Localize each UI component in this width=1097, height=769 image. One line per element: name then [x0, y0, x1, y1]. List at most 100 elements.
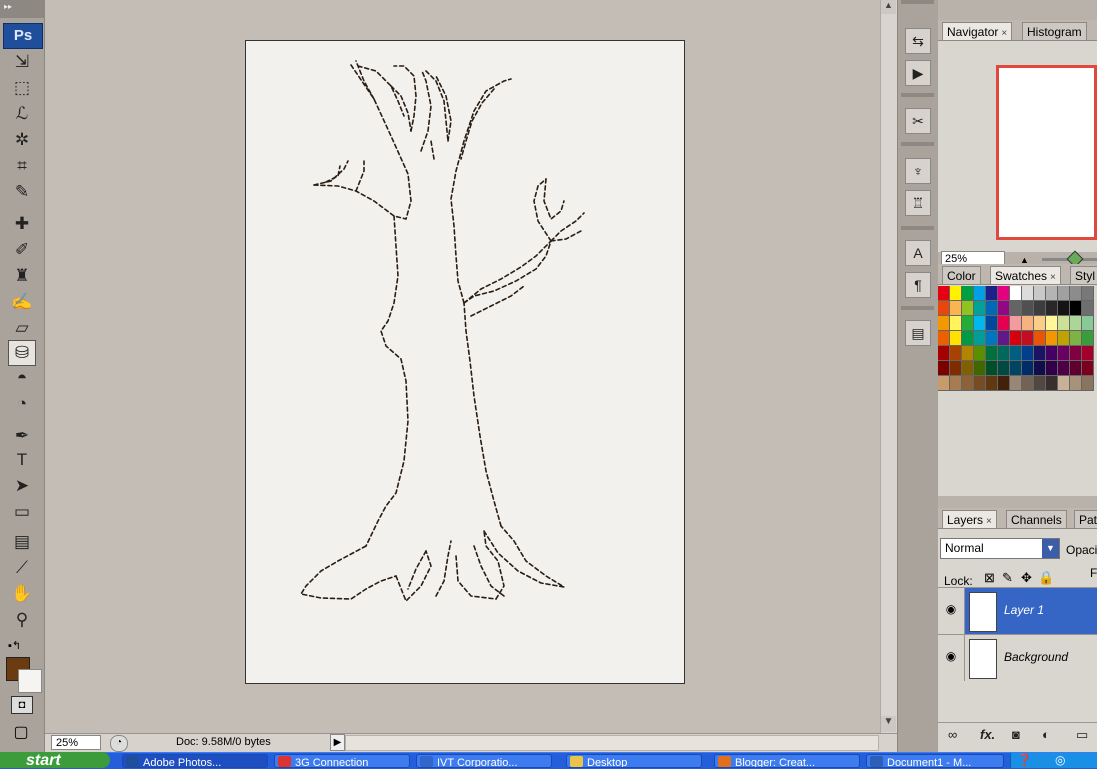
color-swatch[interactable] [962, 286, 974, 301]
color-swatch[interactable] [986, 286, 998, 301]
color-swatch[interactable] [986, 316, 998, 331]
tab-channels[interactable]: Channels [1006, 510, 1067, 528]
status-arrow-icon[interactable]: ▶ [330, 734, 345, 751]
color-swatch[interactable] [1070, 301, 1082, 316]
help-icon[interactable]: ❓ [1017, 753, 1032, 767]
layer-comps-icon[interactable]: ▤ [905, 320, 931, 346]
blur-tool-icon[interactable]: ◓ [8, 366, 36, 390]
color-swatch[interactable] [962, 346, 974, 361]
screen-mode-icon[interactable]: ▢ [11, 724, 31, 742]
paragraph-icon[interactable]: ¶ [905, 272, 931, 298]
color-swatch[interactable] [1010, 286, 1022, 301]
color-swatch[interactable] [998, 361, 1010, 376]
color-swatch[interactable] [1046, 376, 1058, 391]
path-selection-tool-icon[interactable]: ➤ [8, 474, 36, 498]
color-swatch[interactable] [1082, 376, 1094, 391]
fx-icon[interactable]: fx. [980, 727, 995, 742]
eyedropper-tool-icon[interactable]: ⟋ [8, 556, 36, 580]
navigator-zoom-field[interactable]: 25% [941, 251, 1005, 265]
color-swatch[interactable] [1046, 361, 1058, 376]
color-swatch[interactable] [938, 346, 950, 361]
color-swatch[interactable] [1034, 331, 1046, 346]
marquee-tool-icon[interactable]: ⬚ [8, 76, 36, 100]
color-swatch[interactable] [950, 331, 962, 346]
tab-styles[interactable]: Styl [1070, 266, 1097, 284]
tab-color[interactable]: Color [942, 266, 981, 284]
color-swatch[interactable] [1058, 376, 1070, 391]
color-swatch[interactable] [1070, 316, 1082, 331]
brush-tool-icon[interactable]: ✐ [8, 238, 36, 262]
lock-position-icon[interactable]: ✥ [1019, 570, 1034, 585]
color-swatch[interactable] [1034, 301, 1046, 316]
color-swatch[interactable] [950, 361, 962, 376]
scroll-up-icon[interactable]: ▲ [881, 0, 896, 14]
color-swatch[interactable] [974, 346, 986, 361]
color-swatch[interactable] [938, 316, 950, 331]
type-tool-icon[interactable]: T [8, 448, 36, 472]
brushes-icon[interactable]: ♆ [905, 158, 931, 184]
color-swatch[interactable] [938, 301, 950, 316]
lasso-tool-icon[interactable]: ℒ [8, 102, 36, 126]
color-swatch[interactable] [974, 361, 986, 376]
color-swatch[interactable] [1058, 301, 1070, 316]
color-swatch[interactable] [1034, 346, 1046, 361]
task-blogger[interactable]: Blogger: Creat... [714, 754, 860, 768]
color-swatch[interactable] [1034, 376, 1046, 391]
collapse-icon[interactable]: ▸▸ [4, 2, 12, 11]
move-tool-icon[interactable]: ⇲ [8, 50, 36, 74]
color-swatch[interactable] [1010, 331, 1022, 346]
eyedropper-slice-tool-icon[interactable]: ✎ [8, 180, 36, 204]
task-photoshop[interactable]: Adobe Photos... [122, 754, 268, 768]
magic-wand-tool-icon[interactable]: ✲ [8, 128, 36, 152]
color-swatch[interactable] [1046, 331, 1058, 346]
adjustment-icon[interactable]: ◐ [1042, 727, 1050, 742]
color-swatch[interactable] [962, 361, 974, 376]
vertical-scrollbar[interactable] [880, 0, 898, 733]
color-swatch[interactable] [1058, 286, 1070, 301]
color-swatch[interactable] [1046, 346, 1058, 361]
clone-stamp-tool-icon[interactable]: ♜ [8, 264, 36, 288]
color-swatch[interactable] [1082, 331, 1094, 346]
color-swatch[interactable] [1022, 346, 1034, 361]
task-document1[interactable]: Document1 - M... [866, 754, 1004, 768]
color-swatch[interactable] [938, 361, 950, 376]
dodge-tool-icon[interactable]: ◔ [8, 392, 36, 416]
layer-name[interactable]: Layer 1 [1004, 603, 1044, 617]
color-swatch[interactable] [950, 316, 962, 331]
color-swatch[interactable] [1034, 286, 1046, 301]
color-swatch[interactable] [974, 316, 986, 331]
color-swatch[interactable] [1022, 301, 1034, 316]
clone-source-icon[interactable]: ♖ [905, 190, 931, 216]
navigator-preview[interactable] [996, 65, 1097, 240]
color-swatch[interactable] [1046, 286, 1058, 301]
color-swatch[interactable] [938, 331, 950, 346]
task-desktop[interactable]: Desktop [566, 754, 702, 768]
tab-paths[interactable]: Pat [1074, 510, 1097, 528]
color-swatch[interactable] [1058, 316, 1070, 331]
zoom-tool-icon[interactable]: ⚲ [8, 608, 36, 632]
color-swatch[interactable] [1070, 331, 1082, 346]
zoom-level-field[interactable]: 25% [51, 735, 101, 750]
color-swatch[interactable] [938, 376, 950, 391]
default-colors-icon[interactable]: ▪↰ [8, 639, 21, 652]
shape-tool-icon[interactable]: ▭ [8, 500, 36, 524]
color-swatch[interactable] [1034, 316, 1046, 331]
task-3g-connection[interactable]: 3G Connection [274, 754, 410, 768]
color-swatch[interactable] [998, 286, 1010, 301]
history-brush-tool-icon[interactable]: ✍ [8, 290, 36, 314]
notes-tool-icon[interactable]: ▤ [8, 530, 36, 554]
layer-row-layer-1[interactable]: ◉ Layer 1 [938, 587, 1097, 634]
close-icon[interactable]: × [986, 516, 992, 527]
horizontal-scrollbar[interactable] [345, 735, 879, 751]
color-swatch[interactable] [1022, 376, 1034, 391]
lock-transparency-icon[interactable]: ⊠ [982, 570, 997, 585]
eye-icon[interactable]: ◉ [943, 649, 959, 663]
color-swatch[interactable] [962, 376, 974, 391]
color-swatch[interactable] [1058, 361, 1070, 376]
hand-tool-icon[interactable]: ✋ [8, 582, 36, 606]
color-swatch[interactable] [962, 301, 974, 316]
color-swatch[interactable] [1082, 286, 1094, 301]
color-swatch[interactable] [1082, 361, 1094, 376]
color-swatch[interactable] [1010, 316, 1022, 331]
character-icon[interactable]: A [905, 240, 931, 266]
